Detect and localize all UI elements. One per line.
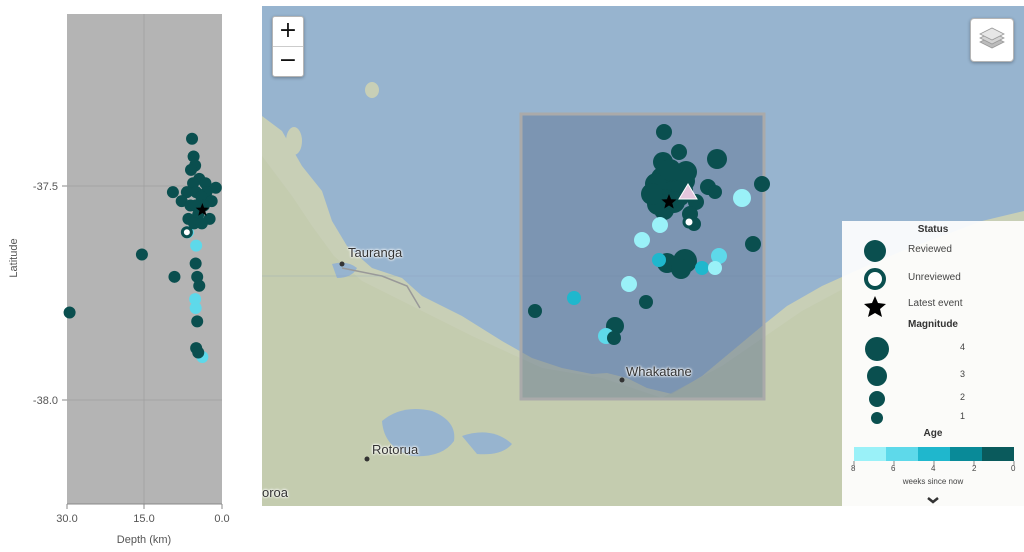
age-tick-label: 4 bbox=[931, 464, 936, 473]
magnitude-label: 4 bbox=[960, 342, 966, 352]
island bbox=[365, 82, 379, 98]
depth-event-point[interactable] bbox=[195, 217, 208, 230]
magnitude-label: 2 bbox=[960, 392, 966, 402]
depth-latitude-chart: -37.5 -38.0 30.0 15.0 0.0 Depth (km) Lat… bbox=[8, 14, 230, 546]
y-axis-label: Latitude bbox=[8, 238, 20, 277]
map-legend: Status Reviewed Unreviewed Latest event … bbox=[842, 221, 1024, 506]
depth-event-point[interactable] bbox=[191, 315, 204, 328]
earthquake-event-marker[interactable] bbox=[528, 304, 542, 318]
earthquake-event-marker[interactable] bbox=[652, 217, 668, 233]
query-region-box[interactable] bbox=[519, 112, 766, 401]
age-tick-label: 0 bbox=[1011, 464, 1016, 473]
place-marker bbox=[339, 261, 345, 267]
age-color-segment bbox=[950, 447, 982, 461]
earthquake-event-marker[interactable] bbox=[641, 183, 663, 205]
x-tick-label: 30.0 bbox=[56, 513, 77, 525]
legend-latest-label: Latest event bbox=[908, 298, 963, 309]
depth-event-point[interactable] bbox=[135, 248, 148, 261]
earthquake-event-marker[interactable] bbox=[708, 261, 722, 275]
earthquake-event-marker[interactable] bbox=[621, 276, 637, 292]
island bbox=[286, 127, 302, 155]
x-tick-label: 15.0 bbox=[133, 513, 154, 525]
age-tick-label: 8 bbox=[851, 464, 856, 473]
age-caption: weeks since now bbox=[902, 477, 964, 486]
legend-unreviewed-label: Unreviewed bbox=[908, 272, 961, 283]
y-tick-label: -37.5 bbox=[33, 181, 58, 193]
reviewed-symbol bbox=[864, 240, 886, 262]
magnitude-4-symbol bbox=[865, 337, 889, 361]
earthquake-event-marker[interactable] bbox=[754, 176, 770, 192]
magnitude-3-symbol bbox=[867, 366, 887, 386]
age-tick-label: 6 bbox=[891, 464, 896, 473]
depth-event-point[interactable] bbox=[168, 270, 181, 283]
zoom-out-button[interactable]: − bbox=[273, 47, 303, 76]
age-color-segment bbox=[918, 447, 950, 461]
depth-event-point[interactable] bbox=[186, 132, 199, 145]
place-label-whakatane: Whakatane bbox=[626, 364, 692, 379]
depth-event-point[interactable] bbox=[189, 257, 202, 270]
earthquake-event-marker[interactable] bbox=[634, 232, 650, 248]
magnitude-2-symbol bbox=[869, 391, 885, 407]
age-color-segment bbox=[982, 447, 1014, 461]
magnitude-label: 3 bbox=[960, 369, 966, 379]
layers-button[interactable] bbox=[970, 18, 1014, 62]
age-color-bar bbox=[853, 447, 1015, 465]
earthquake-event-marker[interactable] bbox=[607, 331, 621, 345]
depth-event-point[interactable] bbox=[190, 239, 203, 252]
earthquake-event-marker[interactable] bbox=[707, 149, 727, 169]
depth-event-point[interactable] bbox=[193, 279, 206, 292]
place-marker bbox=[619, 377, 625, 383]
legend-magnitude-title: Magnitude bbox=[908, 319, 958, 330]
magnitude-label: 1 bbox=[960, 411, 966, 421]
earthquake-event-marker[interactable] bbox=[671, 259, 691, 279]
chevron-down-icon[interactable] bbox=[927, 497, 939, 504]
depth-event-point[interactable] bbox=[185, 163, 197, 176]
latest-star-icon bbox=[864, 296, 886, 317]
unreviewed-symbol bbox=[864, 268, 886, 290]
age-color-segment bbox=[886, 447, 918, 461]
place-marker bbox=[364, 456, 370, 462]
place-label-rotorua: Rotorua bbox=[372, 442, 419, 457]
zoom-in-button[interactable]: + bbox=[273, 17, 303, 47]
earthquake-event-marker[interactable] bbox=[733, 189, 751, 207]
earthquake-event-marker[interactable] bbox=[708, 185, 722, 199]
earthquake-event-marker[interactable] bbox=[639, 295, 653, 309]
earthquake-map[interactable]: Tauranga Whakatane Rotorua oroa + − Stat… bbox=[262, 6, 1024, 506]
age-color-segment bbox=[854, 447, 886, 461]
x-tick-label: 0.0 bbox=[214, 513, 229, 525]
age-tick-label: 2 bbox=[972, 464, 977, 473]
y-tick-label: -38.0 bbox=[33, 395, 58, 407]
zoom-control: + − bbox=[272, 16, 304, 77]
depth-event-point[interactable] bbox=[192, 346, 205, 359]
depth-event-point[interactable] bbox=[166, 186, 179, 199]
unreviewed-event-marker[interactable] bbox=[682, 215, 696, 229]
place-label-tauranga: Tauranga bbox=[348, 245, 403, 260]
earthquake-event-marker[interactable] bbox=[659, 159, 681, 181]
place-label-partial: oroa bbox=[262, 485, 289, 500]
depth-event-point[interactable] bbox=[189, 302, 202, 314]
earthquake-event-marker[interactable] bbox=[656, 124, 672, 140]
depth-event-point[interactable] bbox=[63, 306, 76, 319]
legend-age-title: Age bbox=[923, 428, 943, 439]
depth-unreviewed-point[interactable] bbox=[180, 226, 193, 239]
earthquake-event-marker[interactable] bbox=[652, 253, 666, 267]
legend-reviewed-label: Reviewed bbox=[908, 244, 952, 255]
earthquake-event-marker[interactable] bbox=[567, 291, 581, 305]
earthquake-event-marker[interactable] bbox=[745, 236, 761, 252]
magnitude-1-symbol bbox=[871, 412, 883, 424]
layers-icon bbox=[979, 27, 1005, 49]
earthquake-event-marker[interactable] bbox=[671, 144, 687, 160]
x-axis-label: Depth (km) bbox=[117, 534, 171, 546]
earthquake-event-marker[interactable] bbox=[695, 261, 709, 275]
